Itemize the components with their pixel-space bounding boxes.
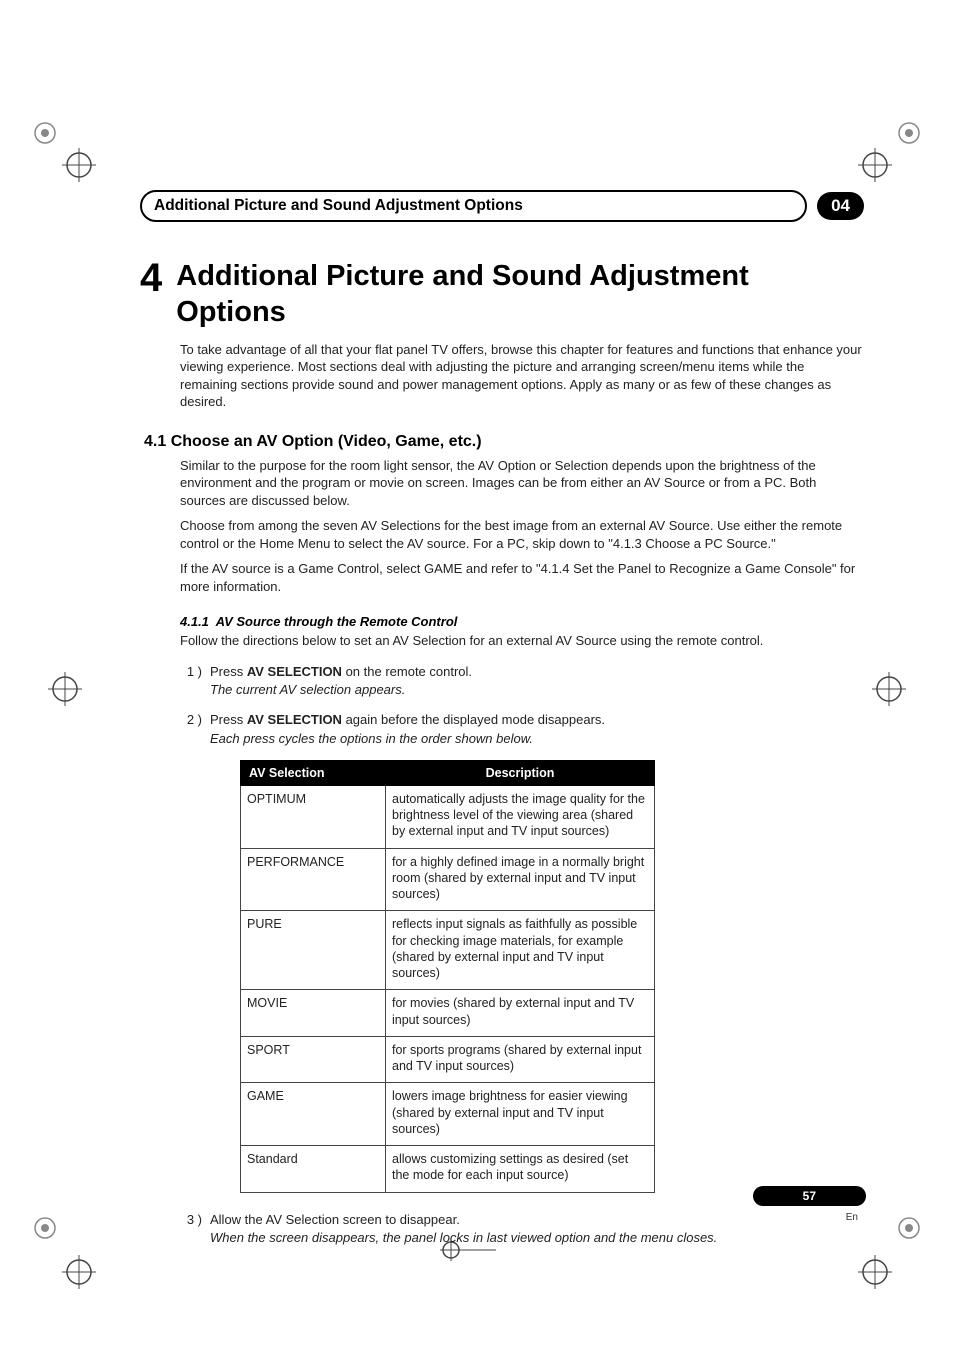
cell-description: automatically adjusts the image quality … [386,785,655,848]
table-row: GAMElowers image brightness for easier v… [241,1083,655,1146]
table-row: OPTIMUMautomatically adjusts the image q… [241,785,655,848]
step-item: 3 ) Allow the AV Selection screen to dis… [180,1211,864,1247]
cell-selection: Standard [241,1146,386,1193]
step-item: 2 ) Press AV SELECTION again before the … [180,711,864,747]
section-para-1: Similar to the purpose for the room ligh… [180,457,864,510]
step-content: Press AV SELECTION on the remote control… [210,663,472,699]
chapter-badge: 04 [817,192,864,220]
print-mark-icon [32,120,58,146]
chapter-number: 4 [140,258,162,298]
print-mark-icon [62,1255,96,1289]
cell-selection: MOVIE [241,990,386,1037]
print-mark-icon [896,120,922,146]
cell-description: allows customizing settings as desired (… [386,1146,655,1193]
section-number: 4.1 [144,433,166,450]
cell-description: for sports programs (shared by external … [386,1036,655,1083]
cell-selection: PURE [241,911,386,990]
page-language: En [846,1212,858,1223]
page-content: Additional Picture and Sound Adjustment … [140,190,864,1259]
section-para-2: Choose from among the seven AV Selection… [180,517,864,552]
table-row: PUREreflects input signals as faithfully… [241,911,655,990]
cell-selection: OPTIMUM [241,785,386,848]
subsection-heading: 4.1.1 AV Source through the Remote Contr… [180,614,864,629]
cell-description: for movies (shared by external input and… [386,990,655,1037]
print-mark-icon [32,1215,58,1241]
chapter-intro: To take advantage of all that your flat … [180,341,864,411]
print-mark-icon [896,1215,922,1241]
subsection-number: 4.1.1 [180,614,209,629]
table-row: SPORTfor sports programs (shared by exte… [241,1036,655,1083]
print-mark-icon [62,148,96,182]
section-heading: 4.1 Choose an AV Option (Video, Game, et… [144,433,864,451]
step-content: Allow the AV Selection screen to disappe… [210,1211,717,1247]
table-row: MOVIEfor movies (shared by external inpu… [241,990,655,1037]
cell-selection: GAME [241,1083,386,1146]
step-number: 2 ) [180,711,202,747]
running-title: Additional Picture and Sound Adjustment … [140,190,807,222]
running-header: Additional Picture and Sound Adjustment … [140,190,864,222]
subsection-lead: Follow the directions below to set an AV… [180,632,864,650]
step-list-cont: 3 ) Allow the AV Selection screen to dis… [180,1211,864,1247]
section-para-3: If the AV source is a Game Control, sele… [180,560,864,595]
print-mark-icon [858,148,892,182]
print-mark-icon [48,672,82,706]
table-header-description: Description [386,760,655,785]
chapter-title-text: Additional Picture and Sound Adjustment … [176,258,864,331]
cell-selection: PERFORMANCE [241,848,386,911]
step-list: 1 ) Press AV SELECTION on the remote con… [180,663,864,748]
av-selection-table: AV Selection Description OPTIMUMautomati… [240,760,655,1193]
table-header-selection: AV Selection [241,760,386,785]
cell-description: for a highly defined image in a normally… [386,848,655,911]
print-mark-icon [858,1255,892,1289]
cell-description: reflects input signals as faithfully as … [386,911,655,990]
table-row: Standardallows customizing settings as d… [241,1146,655,1193]
page-number-badge: 57 [753,1186,866,1206]
chapter-heading: 4 Additional Picture and Sound Adjustmen… [140,258,864,331]
step-number: 1 ) [180,663,202,699]
cell-description: lowers image brightness for easier viewi… [386,1083,655,1146]
step-content: Press AV SELECTION again before the disp… [210,711,605,747]
section-title: Choose an AV Option (Video, Game, etc.) [171,433,482,450]
step-item: 1 ) Press AV SELECTION on the remote con… [180,663,864,699]
table-row: PERFORMANCEfor a highly defined image in… [241,848,655,911]
print-mark-icon [872,672,906,706]
cell-selection: SPORT [241,1036,386,1083]
subsection-title: AV Source through the Remote Control [216,614,458,629]
step-number: 3 ) [180,1211,202,1247]
